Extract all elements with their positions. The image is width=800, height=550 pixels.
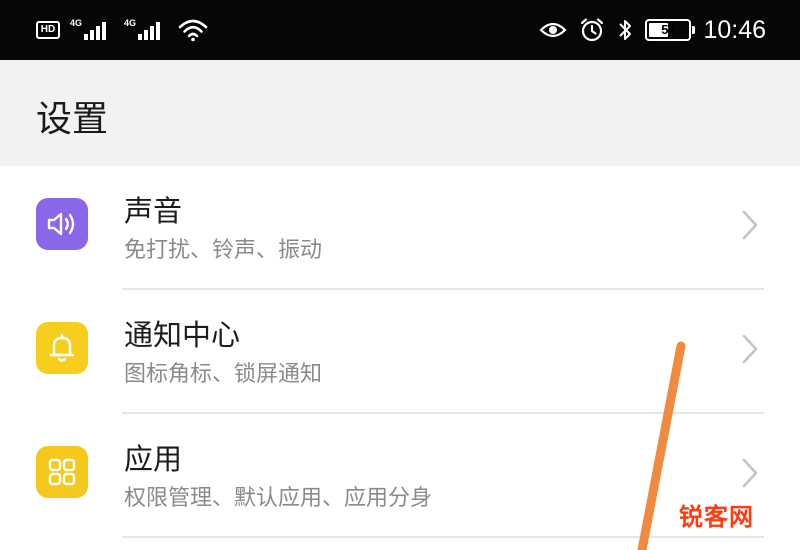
divider <box>122 536 764 538</box>
settings-item-title: 通知中心 <box>124 318 241 352</box>
eye-icon <box>539 22 567 38</box>
chevron-right-icon <box>742 210 758 240</box>
status-bar-right: 54 10:46 <box>539 14 766 46</box>
signal-icon: 4G <box>70 18 114 42</box>
chevron-right-icon <box>742 334 758 364</box>
icon-tile <box>36 198 88 250</box>
watermark-logo: 锐客网 <box>679 503 754 531</box>
network-type-label: 4G <box>70 18 83 28</box>
icon-tile <box>36 322 88 374</box>
settings-item-notification-center[interactable]: 通知中心 图标角标、锁屏通知 <box>0 290 800 414</box>
settings-item-title: 声音 <box>124 194 183 228</box>
clock-time: 10:46 <box>703 15 766 44</box>
speaker-icon <box>47 212 75 236</box>
battery-icon: 54 <box>645 19 696 41</box>
signal-icon: 4G <box>124 18 168 42</box>
battery-level: 54 <box>661 22 676 37</box>
wifi-icon <box>178 19 208 42</box>
icon-tile <box>36 446 88 498</box>
page-title: 设置 <box>36 99 109 140</box>
settings-item-sound[interactable]: 声音 免打扰、铃声、振动 <box>0 166 800 290</box>
settings-list: 声音 免打扰、铃声、振动 通知中心 图标角标、锁屏通知 应用 权限管理、默认应用… <box>0 166 800 538</box>
status-bar-left: HD 4G 4G <box>36 14 208 46</box>
header: 设置 <box>0 60 800 166</box>
bell-icon <box>49 333 75 362</box>
bluetooth-icon <box>619 20 632 40</box>
apps-grid-icon <box>48 458 76 486</box>
alarm-icon <box>581 18 604 42</box>
settings-item-subtitle: 权限管理、默认应用、应用分身 <box>124 486 433 511</box>
settings-item-subtitle: 免打扰、铃声、振动 <box>124 238 323 263</box>
hd-icon: HD <box>36 21 60 39</box>
network-type-label: 4G <box>124 18 137 28</box>
chevron-right-icon <box>742 458 758 488</box>
status-bar: HD 4G 4G 54 10:46 <box>0 0 800 60</box>
settings-item-title: 应用 <box>124 442 183 476</box>
settings-item-subtitle: 图标角标、锁屏通知 <box>124 362 323 387</box>
